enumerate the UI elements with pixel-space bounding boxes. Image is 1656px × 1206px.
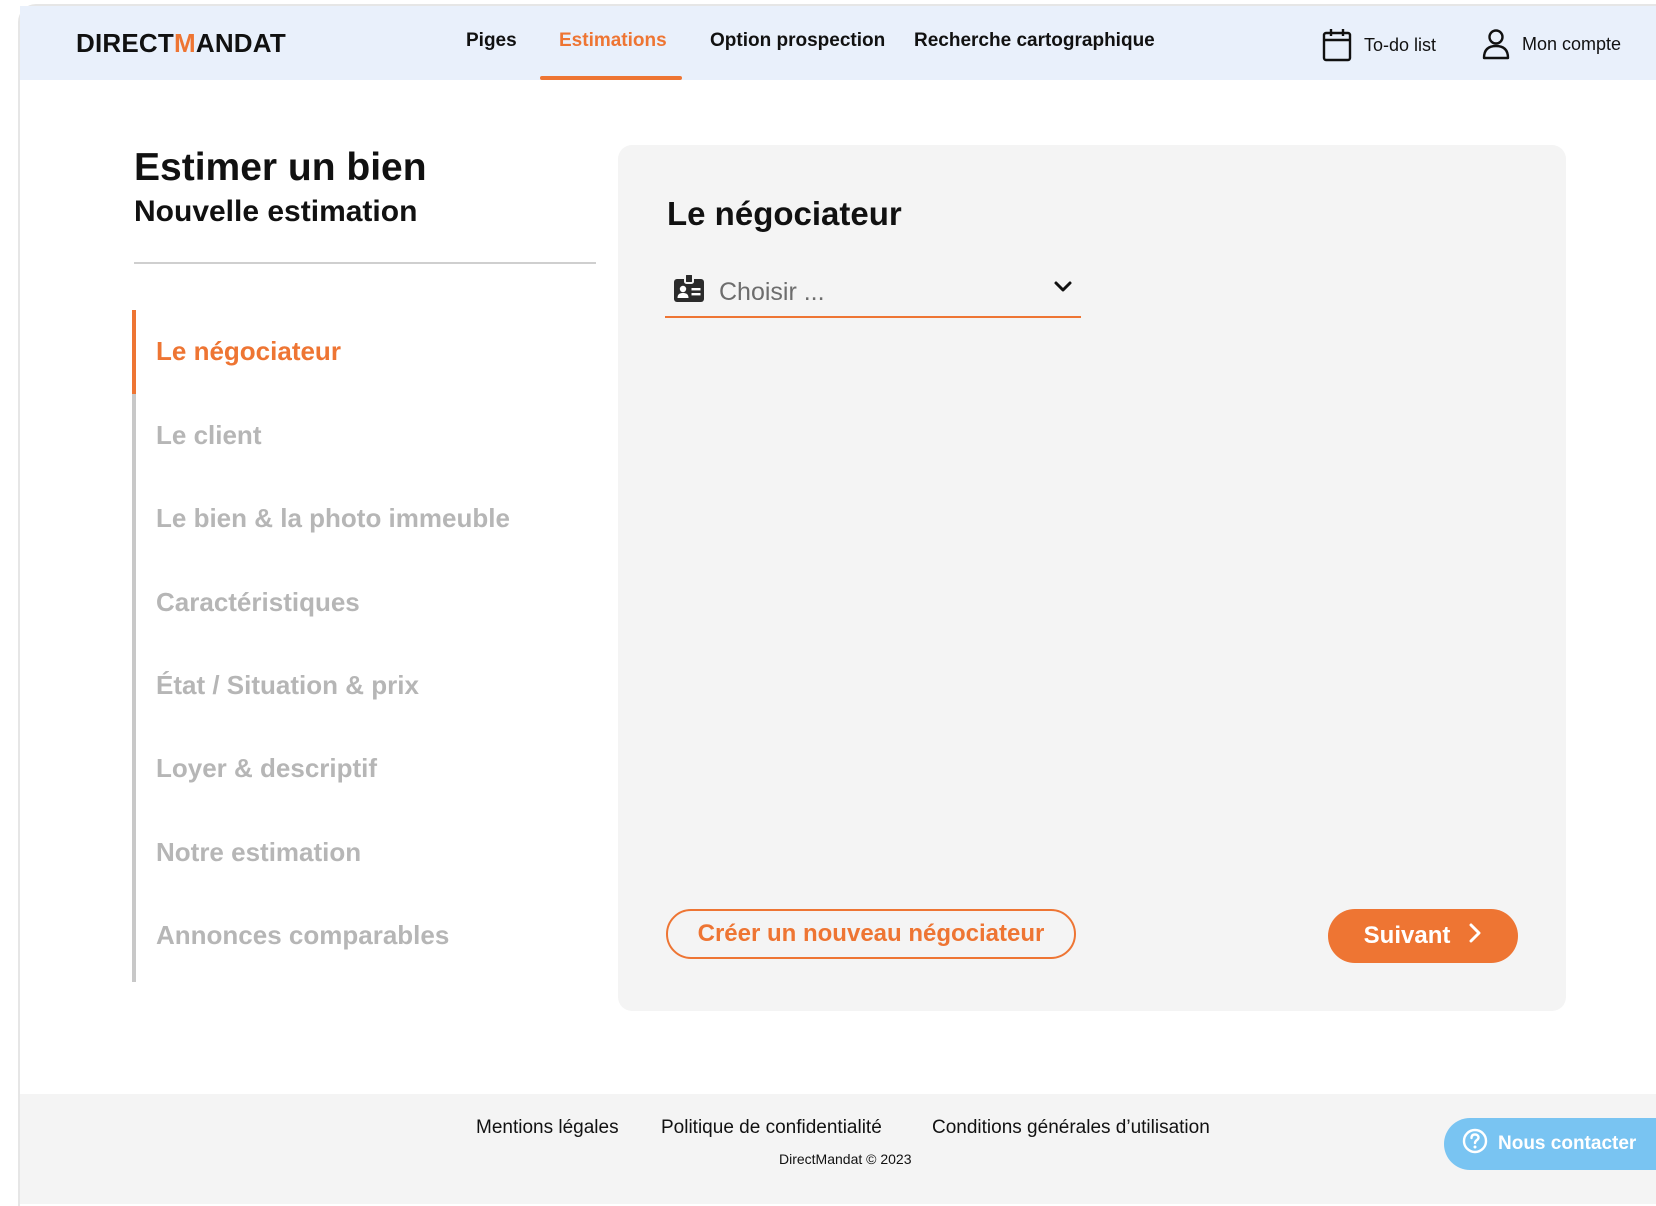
help-icon — [1462, 1128, 1488, 1160]
nav-piges[interactable]: Piges — [466, 30, 517, 52]
logo[interactable]: DIRECTMANDAT — [76, 28, 286, 59]
step-loyer-descriptif[interactable]: Loyer & descriptif — [156, 753, 377, 784]
negociateur-select[interactable]: Choisir ... — [665, 266, 1081, 318]
step-etat-situation-prix[interactable]: État / Situation & prix — [156, 670, 419, 701]
copyright: DirectMandat © 2023 — [779, 1151, 912, 1167]
chevron-right-icon — [1468, 922, 1482, 950]
step-le-negociateur[interactable]: Le négociateur — [156, 336, 341, 367]
nav-estimations[interactable]: Estimations — [559, 30, 667, 52]
logo-accent: M — [173, 28, 196, 58]
contact-label: Nous contacter — [1498, 1133, 1637, 1154]
nav-active-underline — [540, 76, 682, 80]
next-button-label: Suivant — [1363, 922, 1451, 949]
step-notre-estimation[interactable]: Notre estimation — [156, 837, 361, 868]
select-placeholder: Choisir ... — [719, 278, 825, 306]
create-negociateur-button[interactable]: Créer un nouveau négociateur — [666, 909, 1076, 959]
account-label: Mon compte — [1522, 33, 1622, 54]
top-navigation-bar: DIRECTMANDAT Piges Estimations Option pr… — [20, 6, 1656, 80]
calendar-icon — [1322, 28, 1352, 62]
steps-track — [132, 310, 136, 982]
footer — [20, 1094, 1656, 1204]
page-title: Estimer un bien — [134, 146, 427, 189]
footer-politique-confidentialite[interactable]: Politique de confidentialité — [661, 1117, 882, 1139]
step-le-client[interactable]: Le client — [156, 420, 261, 451]
todo-list-link[interactable]: To-do list — [1322, 28, 1436, 62]
todo-list-label: To-do list — [1364, 34, 1437, 55]
chevron-down-icon — [1053, 280, 1073, 299]
contact-button[interactable]: Nous contacter — [1444, 1118, 1656, 1170]
step-le-bien[interactable]: Le bien & la photo immeuble — [156, 503, 510, 534]
account-link[interactable]: Mon compte — [1482, 28, 1621, 60]
step-caracteristiques[interactable]: Caractéristiques — [156, 587, 360, 618]
id-badge-icon — [673, 272, 705, 309]
footer-cgu[interactable]: Conditions générales d’utilisation — [932, 1117, 1210, 1139]
create-negociateur-label: Créer un nouveau négociateur — [697, 920, 1045, 947]
logo-suffix: ANDAT — [195, 28, 286, 58]
nav-recherche-cartographique[interactable]: Recherche cartographique — [914, 30, 1155, 52]
footer-mentions-legales[interactable]: Mentions légales — [476, 1117, 619, 1139]
steps-active-indicator — [132, 310, 136, 394]
nav-option-prospection[interactable]: Option prospection — [710, 30, 885, 52]
user-icon — [1482, 28, 1510, 60]
logo-prefix: DIRECT — [76, 28, 174, 58]
heading-divider — [134, 262, 596, 264]
form-section-title: Le négociateur — [667, 195, 902, 232]
next-button[interactable]: Suivant — [1328, 909, 1518, 963]
step-annonces-comparables[interactable]: Annonces comparables — [156, 920, 449, 951]
page-subtitle: Nouvelle estimation — [134, 195, 418, 228]
